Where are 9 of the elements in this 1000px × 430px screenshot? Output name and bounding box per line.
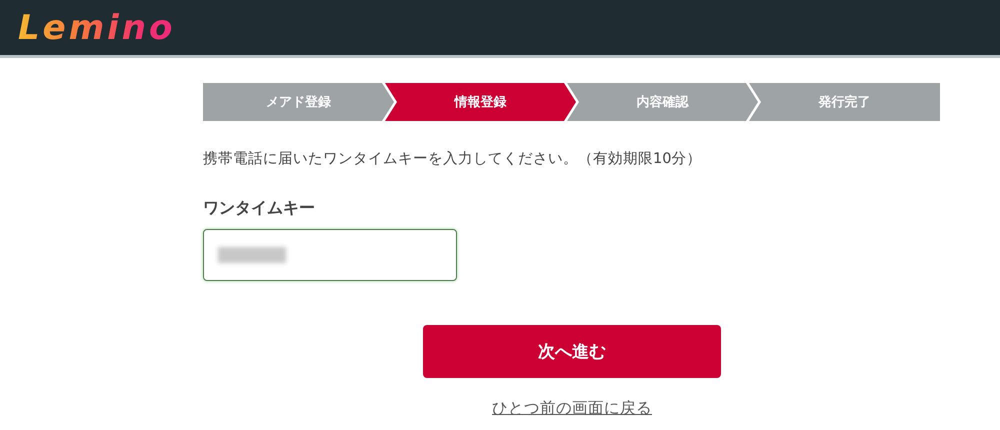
next-button[interactable]: 次へ進む [423,325,721,378]
progress-step: 発行完了 [749,83,940,121]
input-field[interactable] [203,229,457,281]
progress-step: 情報登録 [385,83,576,121]
progress-step: メアド登録 [203,83,394,121]
instruction-text: 携帯電話に届いたワンタイムキーを入力してください。（有効期限10分） [203,150,702,168]
field-label: ワンタイムキー [203,198,316,219]
back-link[interactable]: ひとつ前の画面に戻る [492,398,652,419]
progress-step: 内容確認 [567,83,758,121]
